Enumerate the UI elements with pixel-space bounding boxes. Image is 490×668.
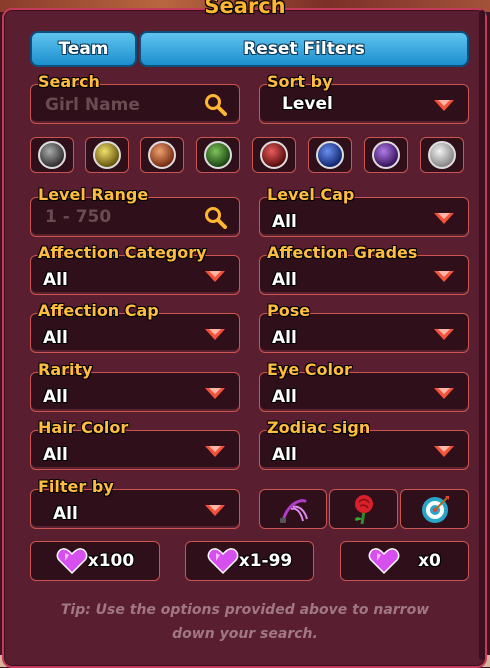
zodiac-label: Zodiac sign <box>267 418 371 437</box>
psychic-icon <box>372 141 400 169</box>
filter-by-value: All <box>53 504 78 524</box>
affection-x1-99-button[interactable]: x1-99 <box>185 541 314 581</box>
search-label: Search <box>38 72 100 91</box>
rarity-value: All <box>43 387 68 407</box>
panel-title: Search <box>204 0 286 18</box>
affection-x100-label: x100 <box>87 551 135 571</box>
chevron-down-icon <box>434 271 454 282</box>
target-filter-button[interactable] <box>400 489 469 529</box>
affection-category-label: Affection Category <box>38 243 207 262</box>
level-range-placeholder: 1 - 750 <box>45 207 112 227</box>
heart-icon <box>207 548 239 575</box>
affection-x100-button[interactable]: x100 <box>30 541 160 581</box>
whip-icon <box>280 499 308 523</box>
darkness-icon <box>38 141 66 169</box>
tip-text: Tip: Use the options provided above to n… <box>60 602 430 642</box>
search-icon[interactable] <box>203 205 227 229</box>
element-nature[interactable] <box>196 137 240 173</box>
reset-filters-button[interactable]: Reset Filters <box>139 31 469 67</box>
chevron-down-icon <box>434 446 454 457</box>
nature-icon <box>204 141 232 169</box>
level-cap-value: All <box>272 212 297 232</box>
chevron-down-icon <box>205 505 225 516</box>
heart-icon <box>368 548 400 575</box>
filter-by-label: Filter by <box>38 477 114 496</box>
pose-value: All <box>272 328 297 348</box>
chevron-down-icon <box>205 388 225 399</box>
element-darkness[interactable] <box>30 137 74 173</box>
eye-color-value: All <box>272 387 297 407</box>
element-psychic[interactable] <box>364 137 408 173</box>
water-icon <box>316 141 344 169</box>
chevron-down-icon <box>434 388 454 399</box>
rose-icon <box>354 495 373 525</box>
chevron-down-icon <box>205 271 225 282</box>
zodiac-value: All <box>272 445 297 465</box>
level-cap-label: Level Cap <box>267 185 355 204</box>
hair-color-value: All <box>43 445 68 465</box>
affection-grades-label: Affection Grades <box>267 243 418 262</box>
affection-x1-99-label: x1-99 <box>238 551 293 571</box>
hair-color-label: Hair Color <box>38 418 129 437</box>
stone-icon <box>428 141 456 169</box>
sort-by-value: Level <box>282 94 333 114</box>
element-light[interactable] <box>85 137 129 173</box>
element-dominatrix[interactable] <box>140 137 184 173</box>
chevron-down-icon <box>434 213 454 224</box>
element-stone[interactable] <box>420 137 464 173</box>
level-range-label: Level Range <box>38 185 149 204</box>
chevron-down-icon <box>205 446 225 457</box>
affection-grades-value: All <box>272 270 297 290</box>
dominatrix-icon <box>148 141 176 169</box>
pose-label: Pose <box>267 301 311 320</box>
affection-x0-label: x0 <box>418 551 441 571</box>
chevron-down-icon <box>434 100 454 111</box>
light-icon <box>93 141 121 169</box>
affection-x0-button[interactable]: x0 <box>340 541 469 581</box>
affection-cap-label: Affection Cap <box>38 301 159 320</box>
heart-icon <box>56 548 88 575</box>
team-tab[interactable]: Team <box>30 31 137 67</box>
affection-cap-value: All <box>43 328 68 348</box>
fire-icon <box>260 141 288 169</box>
chevron-down-icon <box>205 329 225 340</box>
element-fire[interactable] <box>252 137 296 173</box>
scrollbar[interactable] <box>479 10 485 660</box>
target-icon <box>421 496 449 523</box>
rarity-label: Rarity <box>38 360 93 379</box>
search-icon[interactable] <box>203 92 227 116</box>
affection-category-value: All <box>43 270 68 290</box>
eye-color-label: Eye Color <box>267 360 352 379</box>
rose-filter-button[interactable] <box>329 489 398 529</box>
element-water[interactable] <box>308 137 352 173</box>
whip-filter-button[interactable] <box>259 489 327 529</box>
chevron-down-icon <box>434 329 454 340</box>
search-placeholder: Girl Name <box>45 95 140 115</box>
sort-by-label: Sort by <box>267 72 333 91</box>
